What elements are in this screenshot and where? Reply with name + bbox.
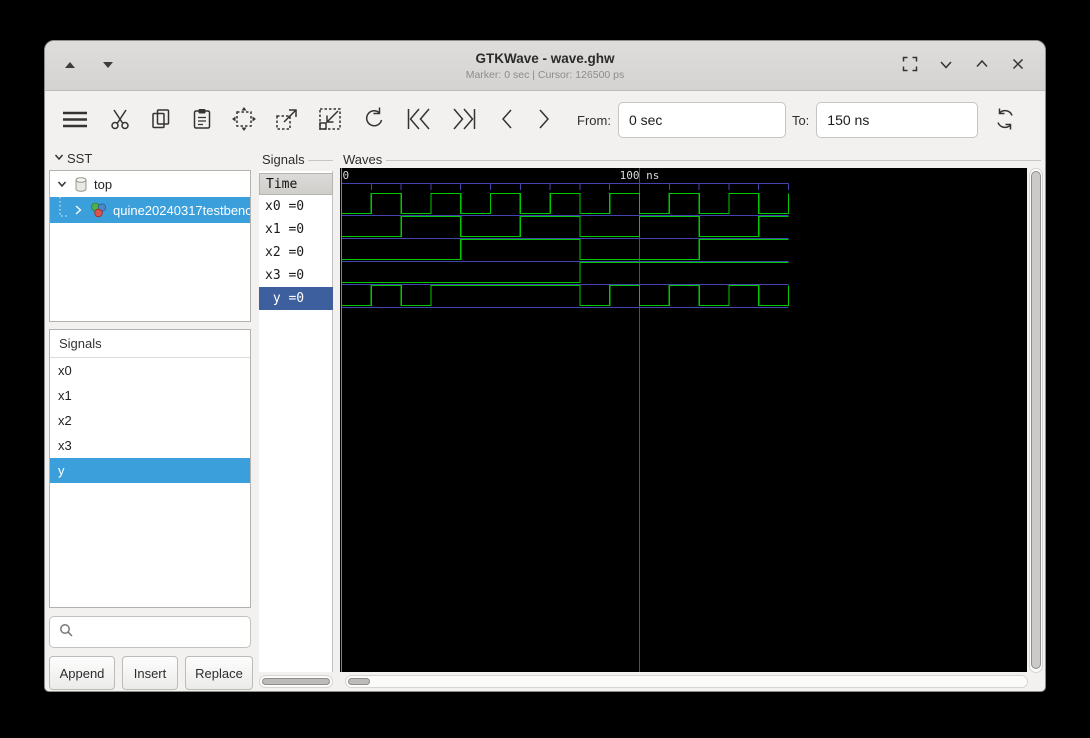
- fullscreen-button[interactable]: [899, 55, 921, 77]
- shift-up-button[interactable]: [59, 55, 81, 77]
- waveform-svg: 0 100 ns: [340, 168, 790, 672]
- signal-name-row[interactable]: y =0: [259, 287, 333, 310]
- signal-list-item[interactable]: x2: [50, 408, 250, 433]
- expander-right-icon: [72, 204, 84, 216]
- names-horizontal-scrollbar-thumb[interactable]: [262, 678, 330, 685]
- append-button[interactable]: Append: [49, 656, 115, 690]
- paste-button[interactable]: [190, 107, 214, 134]
- time-header[interactable]: Time: [259, 173, 333, 195]
- signal-list-item[interactable]: x1: [50, 383, 250, 408]
- cylinder-icon: [74, 176, 88, 193]
- signal-name-row[interactable]: x0 =0: [259, 195, 333, 218]
- zoom-fit-icon: [231, 106, 257, 135]
- svg-text:0: 0: [343, 169, 350, 182]
- frame-line: [386, 160, 1041, 161]
- shift-down-button[interactable]: [97, 55, 119, 77]
- waves-frame-label: Waves: [343, 152, 383, 167]
- tree-item-top[interactable]: top: [50, 171, 250, 197]
- chevron-left-icon: [497, 106, 517, 135]
- signal-name-row[interactable]: x1 =0: [259, 218, 333, 241]
- maximize-button[interactable]: [971, 55, 993, 77]
- reload-icon: [992, 106, 1018, 135]
- gtkwave-window: GTKWave - wave.ghw Marker: 0 sec | Curso…: [44, 40, 1046, 692]
- tree-item-label: top: [94, 176, 113, 192]
- sst-frame-label[interactable]: SST: [53, 151, 92, 166]
- signal-search-list: Signals x0 x1 x2 x3 y: [49, 329, 251, 608]
- frame-line: [308, 160, 333, 161]
- fullscreen-icon: [901, 55, 919, 76]
- waves-horizontal-scrollbar-thumb[interactable]: [348, 678, 370, 685]
- tree-item-label: quine20240317testbenc: [113, 202, 250, 218]
- skip-start-icon: [403, 106, 433, 135]
- reload-button[interactable]: [992, 106, 1018, 135]
- tree-connector: [56, 197, 70, 223]
- svg-text:100 ns: 100 ns: [620, 169, 660, 182]
- skip-to-start-button[interactable]: [403, 106, 433, 135]
- from-label: From:: [577, 112, 611, 128]
- search-input[interactable]: [80, 617, 256, 647]
- expander-down-icon: [56, 178, 68, 190]
- chevron-down-icon: [937, 55, 955, 76]
- close-button[interactable]: [1007, 55, 1029, 77]
- copy-button[interactable]: [149, 107, 173, 134]
- clipboard-icon: [190, 107, 214, 134]
- from-input[interactable]: [617, 102, 786, 138]
- window-title: GTKWave - wave.ghw: [475, 50, 615, 66]
- signal-list-item[interactable]: x3: [50, 433, 250, 458]
- undo-button[interactable]: [360, 106, 386, 135]
- to-label: To:: [791, 112, 810, 128]
- signal-list-item[interactable]: x0: [50, 358, 250, 383]
- zoom-in-button[interactable]: [274, 106, 300, 135]
- hamburger-icon: [59, 106, 91, 135]
- scissors-icon: [108, 107, 132, 134]
- marker-cursor-status: Marker: 0 sec | Cursor: 126500 ps: [465, 68, 625, 81]
- titlebar: GTKWave - wave.ghw Marker: 0 sec | Curso…: [45, 41, 1045, 91]
- signal-list-header: Signals: [50, 330, 250, 358]
- tree-item-testbench[interactable]: quine20240317testbenc: [50, 197, 250, 223]
- replace-button[interactable]: Replace: [185, 656, 253, 690]
- to-input[interactable]: [816, 102, 979, 138]
- zoom-out-button[interactable]: [317, 106, 343, 135]
- cut-button[interactable]: [108, 107, 132, 134]
- chevron-right-icon: [534, 106, 554, 135]
- step-back-button[interactable]: [497, 106, 517, 135]
- module-icon: [90, 202, 107, 218]
- search-icon: [58, 622, 74, 643]
- signal-name-row[interactable]: x2 =0: [259, 241, 333, 264]
- copy-icon: [149, 107, 173, 134]
- skip-to-end-button[interactable]: [450, 106, 480, 135]
- toolbar: From: To:: [45, 91, 1045, 149]
- signal-list-item[interactable]: y: [50, 458, 250, 483]
- menu-button[interactable]: [59, 106, 91, 135]
- undo-icon: [360, 106, 386, 135]
- waveform-canvas[interactable]: 0 100 ns: [340, 168, 1027, 672]
- chevron-up-icon: [973, 55, 991, 76]
- zoom-out-icon: [317, 106, 343, 135]
- step-forward-button[interactable]: [534, 106, 554, 135]
- waves-vertical-scrollbar-thumb[interactable]: [1031, 171, 1041, 669]
- sst-tree: top quine20240317testbenc: [49, 170, 251, 322]
- waves-horizontal-scrollbar[interactable]: [345, 675, 1028, 688]
- signals-frame-label: Signals: [262, 152, 305, 167]
- skip-end-icon: [450, 106, 480, 135]
- triangle-up-icon: [63, 58, 77, 73]
- zoom-in-icon: [274, 106, 300, 135]
- zoom-fit-button[interactable]: [231, 106, 257, 135]
- close-icon: [1009, 55, 1027, 76]
- triangle-down-icon: [101, 58, 115, 73]
- expander-down-icon: [53, 151, 65, 166]
- signal-search-box[interactable]: [49, 616, 256, 648]
- signal-name-row[interactable]: x3 =0: [259, 264, 333, 287]
- insert-button[interactable]: Insert: [122, 656, 178, 690]
- minimize-button[interactable]: [935, 55, 957, 77]
